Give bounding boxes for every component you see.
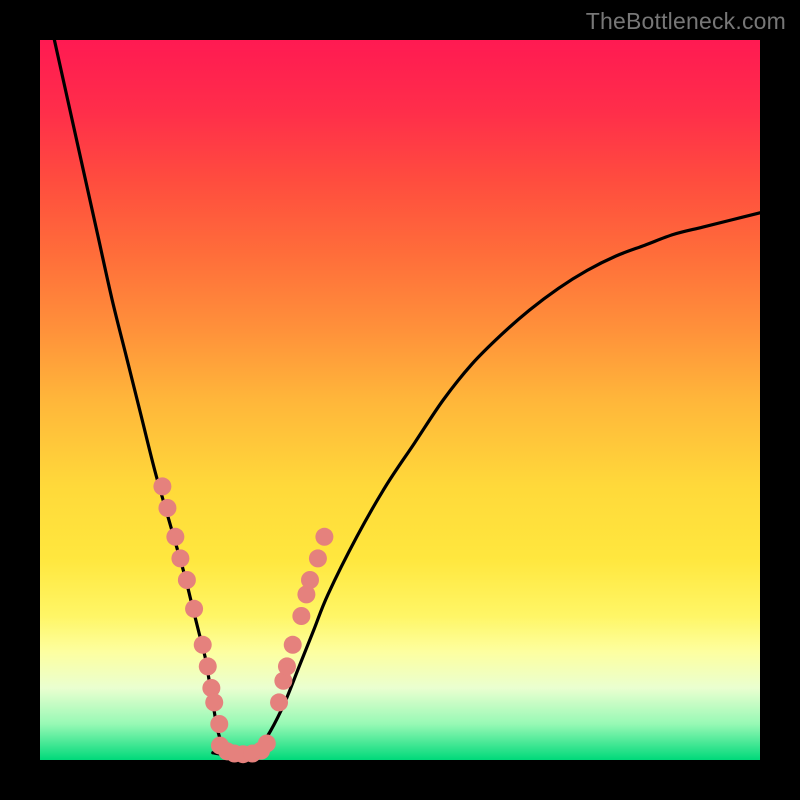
chart-frame: TheBottleneck.com [0,0,800,800]
marker-point [210,715,228,733]
marker-point [153,477,171,495]
marker-point [278,657,296,675]
marker-point [171,549,189,567]
curve-layer [54,40,760,755]
marker-point [270,693,288,711]
marker-point [166,528,184,546]
marker-point [292,607,310,625]
watermark-text: TheBottleneck.com [586,8,786,35]
marker-point [301,571,319,589]
marker-layer [153,477,333,763]
chart-svg [40,40,760,760]
marker-point [309,549,327,567]
marker-point [194,636,212,654]
marker-point [178,571,196,589]
marker-point [158,499,176,517]
marker-point [205,693,223,711]
marker-point [185,600,203,618]
marker-point [284,636,302,654]
series-right-curve [256,213,760,753]
marker-point [199,657,217,675]
marker-point [315,528,333,546]
marker-point [258,734,276,752]
